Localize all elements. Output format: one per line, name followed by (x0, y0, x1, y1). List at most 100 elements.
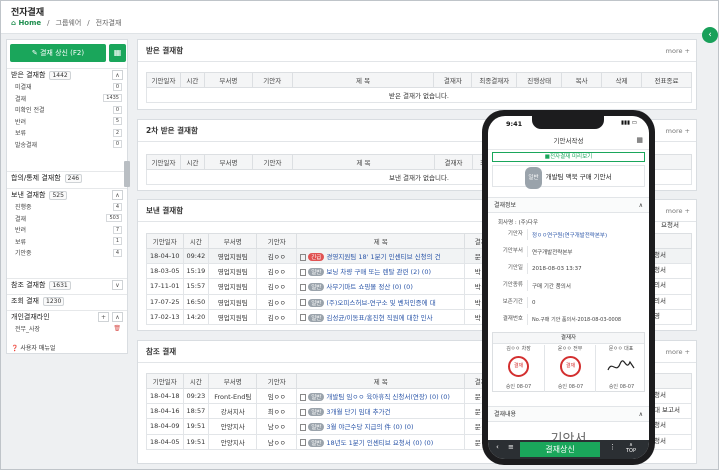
trash-icon[interactable]: 🗑 (113, 325, 121, 332)
sidebar-item[interactable]: 보류 1 (7, 236, 127, 248)
subject-link[interactable]: 개발팀 임ㅇㅇ 육아휴직 신청서(연장) (0) (0) (326, 393, 450, 401)
col-header[interactable]: 제 목 (292, 154, 435, 170)
col-header[interactable]: 결재자 (434, 154, 473, 170)
sidebar-group-header[interactable]: 참조 결재함 1631 ∨ (7, 278, 127, 291)
sidebar-item[interactable]: 전무_사장 🗑 (7, 323, 127, 335)
submit-approval-button[interactable]: 결재상신 (520, 442, 600, 457)
sidebar-item[interactable]: 반려 7 (7, 224, 127, 236)
col-header[interactable]: 기안자 (252, 154, 293, 170)
cell-subject[interactable]: 일반 개발팀 임ㅇㅇ 육아휴직 신청서(연장) (0) (0) (296, 387, 466, 405)
col-header[interactable]: 결재자 (433, 72, 473, 88)
sidebar-item[interactable]: 발송결재 0 (7, 139, 127, 151)
col-header[interactable]: 전표종료 (641, 72, 692, 88)
sidebar-group-header[interactable]: 개인결재라인 + ∧ (7, 310, 127, 323)
subject-link[interactable]: 3개월 단기 임대 추가건 (326, 408, 390, 416)
breadcrumb-home[interactable]: ⌂ Home (11, 19, 41, 27)
sidebar-group-received: 받은 결재함 1442 ∧ 미결재 0 결재 1435 미확인 전결 0 반려 5 보류 2 … (7, 68, 127, 150)
cell-subject[interactable]: 긴급 경영지원팀 18' 1분기 인센티브 신청의 건 (296, 247, 466, 265)
sidebar-group-header[interactable]: 받은 결재함 1442 ∧ (7, 68, 127, 81)
more-link[interactable]: more + (666, 348, 690, 356)
col-header[interactable]: 제 목 (296, 233, 466, 249)
back-icon[interactable]: ‹ (496, 443, 499, 451)
sidebar-item[interactable]: 미확인 전결 0 (7, 104, 127, 116)
sidebar-item[interactable]: 보류 2 (7, 127, 127, 139)
subject-link[interactable]: 3월 야근수당 지급의 件 (0) (0) (326, 423, 413, 431)
col-header[interactable]: 부서명 (208, 373, 258, 389)
grid-icon[interactable]: ▦ (636, 136, 643, 144)
scroll-top-button[interactable]: ∧ TOP (626, 442, 636, 454)
col-header[interactable]: 복사 (561, 72, 603, 88)
col-header[interactable]: 시간 (179, 72, 205, 88)
sidebar-item[interactable]: 미결재 0 (7, 81, 127, 93)
subject-link[interactable]: 김성균/이동표/홍진현 직원에 대한 인사 (326, 314, 432, 322)
plus-icon[interactable]: + (98, 312, 109, 322)
info-row: 보존기간 0 (492, 297, 645, 308)
col-header[interactable]: 시간 (182, 373, 210, 389)
col-header[interactable]: 기안자 (251, 72, 293, 88)
col-header[interactable]: 시간 (180, 154, 205, 170)
cell-time: 19:51 (182, 433, 210, 450)
subject-link[interactable]: 경영지원팀 18' 1분기 인센티브 신청의 건 (326, 253, 440, 261)
item-label: 반려 (15, 227, 27, 235)
menu-icon[interactable]: ≡ (508, 443, 514, 451)
col-header[interactable]: 시간 (182, 233, 210, 249)
col-header[interactable]: 기안자 (256, 233, 298, 249)
chevron-up-icon[interactable]: ∧ (112, 70, 123, 80)
col-header[interactable]: 삭제 (601, 72, 642, 88)
subject-link[interactable]: 보닝 차량 구매 또는 렌탈 관련 (2) (0) (326, 268, 431, 276)
cell-subject[interactable]: 일반 보닝 차량 구매 또는 렌탈 관련 (2) (0) (296, 263, 466, 280)
col-header[interactable]: 부서명 (208, 233, 258, 249)
col-header[interactable]: 기안자 (256, 373, 298, 389)
sidebar-group-header[interactable]: 보낸 결재함 525 ∧ (7, 188, 127, 201)
chevron-down-icon[interactable]: ∨ (112, 280, 123, 290)
grid-icon[interactable]: ▦ (109, 44, 126, 62)
chevron-up-icon[interactable]: ∧ (112, 190, 123, 200)
more-link[interactable]: more + (666, 207, 690, 215)
cell-subject[interactable]: 일반 (주)오피스허브-연구소 및 벤처인증에 대 (296, 293, 466, 310)
cell-subject[interactable]: 일반 3월 야근수당 지급의 件 (0) (0) (296, 418, 466, 435)
col-header[interactable]: 부서명 (204, 154, 253, 170)
sidebar-item[interactable]: 결재 503 (7, 213, 127, 225)
count-badge: 4 (112, 202, 122, 211)
subject-link[interactable]: 18년도 1분기 인센티브 요청서 (0) (0) (326, 439, 433, 447)
cell-time: 19:51 (182, 418, 210, 435)
col-header[interactable]: 기안일자 (146, 72, 181, 88)
section-content[interactable]: 결재내용 ∧ (488, 406, 649, 422)
info-row: 결재번호 No.구매 기안 품의서-2018-08-03-0008 (492, 314, 645, 325)
cell-subject[interactable]: 일반 3개월 단기 임대 추가건 (296, 403, 466, 420)
col-header[interactable]: 제 목 (291, 72, 435, 88)
cell-subject[interactable]: 일반 사무기마트 쇼핑몰 정산 (0) (0) (296, 278, 466, 295)
col-header[interactable]: 기안일자 (146, 233, 184, 249)
cell-subject[interactable]: 일반 18년도 1분기 인센티브 요청서 (0) (0) (296, 433, 466, 450)
col-header[interactable]: 진행상태 (516, 72, 563, 88)
cell-dept: Front-End팀 (208, 387, 258, 405)
section-approval-info[interactable]: 결재정보 ∧ (488, 197, 649, 213)
cell-dept: 영업지원팀 (208, 278, 258, 295)
cell-subject[interactable]: 일반 김성균/이동표/홍진현 직원에 대한 인사 (296, 308, 466, 325)
sidebar-item[interactable]: 기안중 4 (7, 247, 127, 259)
more-vert-icon[interactable]: ⋮ (609, 443, 616, 451)
preview-link[interactable]: ■전자결재 미리보기 (492, 152, 645, 162)
subject-link[interactable]: 사무기마트 쇼핑몰 정산 (0) (0) (326, 283, 412, 291)
col-header[interactable]: 기안일자 (146, 373, 184, 389)
more-link[interactable]: more + (666, 47, 690, 55)
approver-name: 문ㅇㅇ 대표 (608, 346, 634, 352)
subject-link[interactable]: (주)오피스허브-연구소 및 벤처인증에 대 (326, 299, 435, 307)
sidebar-scrollbar[interactable] (124, 161, 130, 187)
col-header[interactable]: 기안일자 (146, 154, 181, 170)
sidebar-item[interactable]: 진행중 4 (7, 201, 127, 213)
collapse-sidebar-button[interactable]: ‹ (702, 27, 718, 43)
breadcrumb-approval[interactable]: 전자결재 (96, 18, 122, 28)
sidebar-item[interactable]: 반려 5 (7, 116, 127, 128)
more-link[interactable]: more + (666, 127, 690, 135)
sidebar-group-header[interactable]: 조회 결재 1230 (7, 294, 127, 307)
sidebar-item[interactable]: 결재 1435 (7, 93, 127, 105)
col-header[interactable]: 최종결재자 (471, 72, 518, 88)
breadcrumb-groupware[interactable]: 그룹웨어 (56, 18, 82, 28)
chevron-up-icon[interactable]: ∧ (112, 312, 123, 322)
user-manual-link[interactable]: ❓ 사용자 매뉴얼 (11, 343, 55, 352)
col-header[interactable]: 부서명 (203, 72, 253, 88)
approval-submit-button[interactable]: ✎ 결재 상신 (F2) (10, 44, 106, 62)
col-header[interactable]: 제 목 (296, 373, 466, 389)
sidebar-group-header[interactable]: 합의/통제 결재함 246 (7, 171, 127, 184)
